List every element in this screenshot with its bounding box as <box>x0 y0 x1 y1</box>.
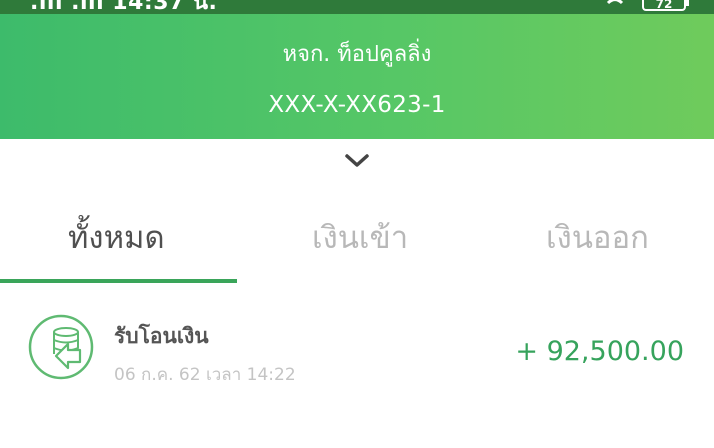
account-number: XXX-X-XX623-1 <box>268 92 446 118</box>
transaction-amount: + 92,500.00 <box>515 336 684 367</box>
transaction-row[interactable]: รับโอนเงิน 06 ก.ค. 62 เวลา 14:22 + 92,50… <box>0 296 714 406</box>
transaction-tabs: ทั้งหมด เงินเข้า เงินออก <box>0 190 714 286</box>
transaction-title: รับโอนเงิน <box>114 324 209 348</box>
active-tab-indicator <box>0 279 237 283</box>
status-right-icons: 72 <box>602 0 689 12</box>
receive-transfer-icon <box>28 314 94 380</box>
chevron-down-icon[interactable] <box>344 150 370 172</box>
account-name: หจก. ท็อปคูลลิ่ง <box>282 42 432 67</box>
transaction-datetime: 06 ก.ค. 62 เวลา 14:22 <box>114 365 296 385</box>
tab-money-in[interactable]: เงินเข้า <box>312 212 408 262</box>
battery-indicator: 72 <box>642 0 689 11</box>
account-header: หจก. ท็อปคูลลิ่ง XXX-X-XX623-1 <box>0 14 714 139</box>
tab-all[interactable]: ทั้งหมด <box>68 212 165 262</box>
status-time: .ııl .ııl 14:37 น. <box>30 0 218 14</box>
status-bar: .ııl .ııl 14:37 น. 72 <box>0 0 714 14</box>
tab-money-out[interactable]: เงินออก <box>546 212 649 262</box>
wifi-icon <box>604 0 626 5</box>
